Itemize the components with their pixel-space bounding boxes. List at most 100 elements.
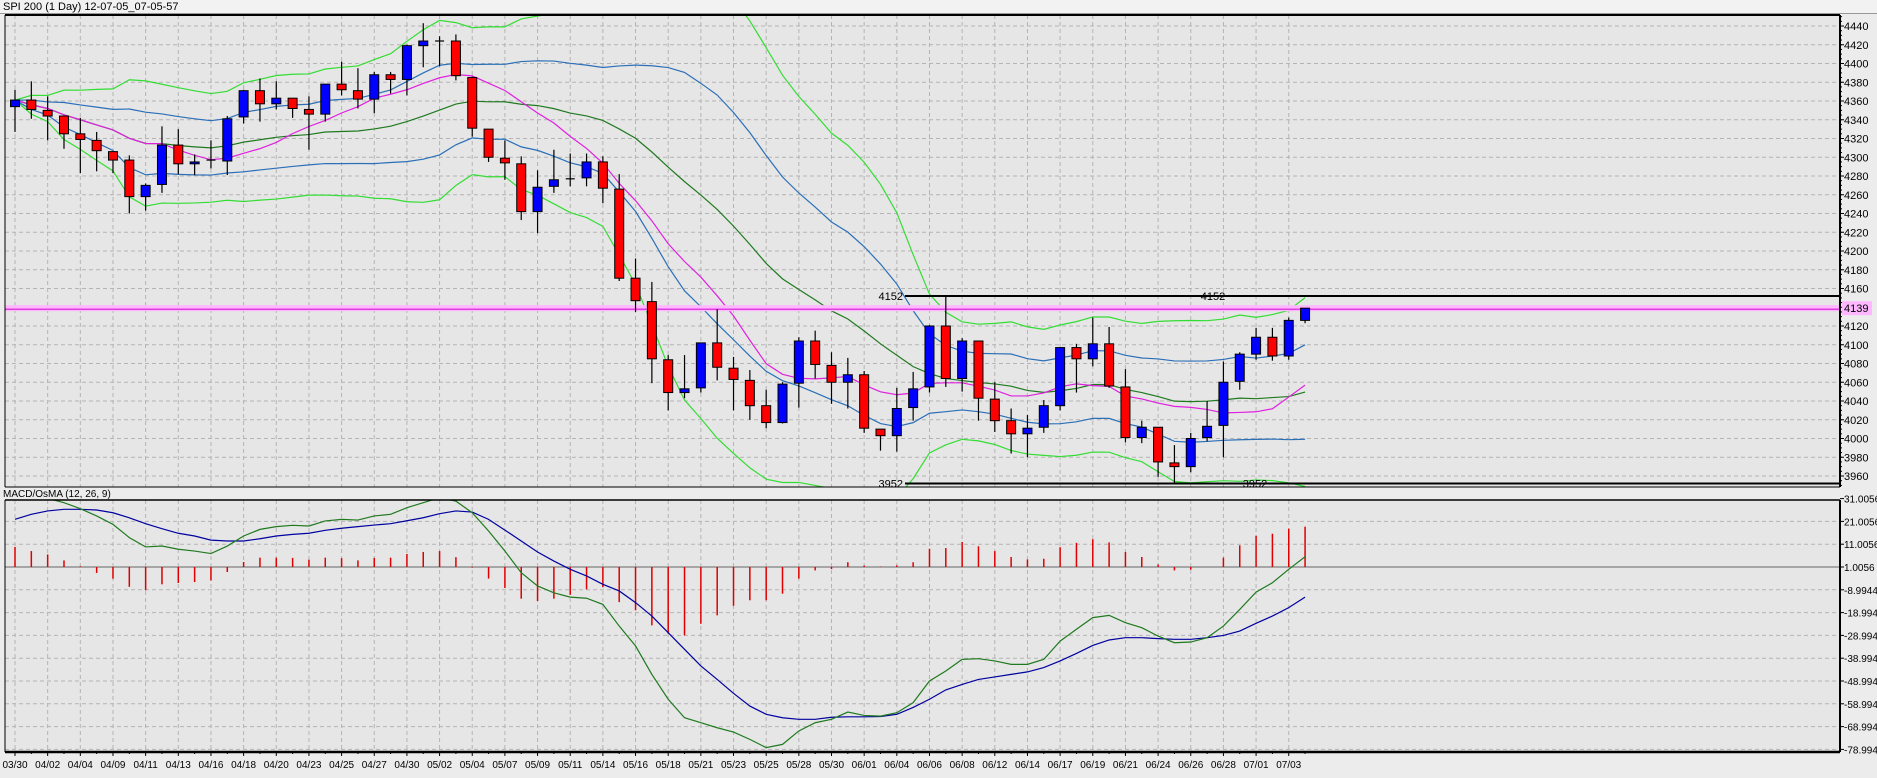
candle-body	[581, 161, 592, 179]
candle-body	[238, 90, 249, 118]
macd-axis-label: -68.994	[1844, 723, 1877, 734]
level-label: 3952	[879, 479, 903, 491]
price-axis-label: 4100	[1844, 340, 1868, 352]
candle-body	[369, 74, 380, 100]
time-axis-label: 06/04	[884, 760, 909, 771]
price-axis-label: 4120	[1844, 321, 1868, 333]
candle	[777, 382, 788, 424]
time-axis-label: 04/27	[362, 760, 387, 771]
candle-body	[728, 367, 739, 380]
candle-body	[303, 108, 314, 115]
time-axis-label: 06/08	[950, 760, 975, 771]
candle-body	[646, 301, 657, 360]
candle-body	[1153, 426, 1164, 463]
candle-body	[630, 277, 641, 302]
candle-body	[287, 97, 298, 109]
price-axis-label: 4340	[1844, 115, 1868, 127]
candle-body	[1055, 347, 1066, 407]
candle-body	[1087, 343, 1098, 360]
candle-body	[989, 398, 1000, 422]
candle-body	[973, 340, 984, 399]
time-axis-label: 04/11	[133, 760, 158, 771]
candle-body	[1300, 307, 1311, 321]
price-axis-label: 4080	[1844, 359, 1868, 371]
candle-body	[1202, 425, 1213, 439]
time-axis-label: 04/25	[329, 760, 354, 771]
time-axis-label: 04/23	[296, 760, 321, 771]
time-axis-label: 05/18	[656, 760, 681, 771]
macd-axis-label: -78.994	[1844, 745, 1877, 756]
price-axis-label: 4280	[1844, 171, 1868, 183]
candle-body	[957, 340, 968, 379]
candle-body	[663, 359, 674, 394]
time-axis-label: 06/26	[1178, 760, 1203, 771]
time-axis-label: 05/09	[525, 760, 550, 771]
candle-body	[516, 163, 527, 213]
candle-body	[1104, 343, 1115, 387]
candle-body	[908, 388, 919, 409]
price-axis-label: 4180	[1844, 265, 1868, 277]
level-label: 3952	[1243, 479, 1267, 491]
price-axis-label: 4320	[1844, 134, 1868, 146]
macd-panel-background	[5, 500, 1840, 752]
macd-axis-label: 21.0056	[1844, 517, 1877, 528]
candle-body	[336, 83, 347, 91]
time-axis-label: 05/25	[754, 760, 779, 771]
price-axis-label: 4300	[1844, 152, 1868, 164]
candle-body	[712, 342, 723, 368]
candle-body	[42, 109, 53, 117]
macd-axis-label: 31.0056	[1844, 495, 1877, 506]
candle	[859, 371, 870, 433]
candle-body	[254, 90, 265, 105]
macd-axis-label: -28.994	[1844, 631, 1877, 642]
price-axis-label: 4260	[1844, 190, 1868, 202]
time-axis-label: 06/19	[1080, 760, 1105, 771]
candle	[483, 128, 494, 162]
time-axis-label: 06/24	[1146, 760, 1171, 771]
price-axis-label: 3980	[1844, 452, 1868, 464]
time-axis-label: 06/28	[1211, 760, 1236, 771]
candle-body	[1283, 319, 1294, 357]
price-axis-label: 4000	[1844, 434, 1868, 446]
candle-body	[107, 151, 118, 161]
time-axis-label: 06/14	[1015, 760, 1040, 771]
time-axis-label: 06/21	[1113, 760, 1138, 771]
time-axis-label: 04/18	[231, 760, 256, 771]
candle-body	[1185, 438, 1196, 468]
candle-body	[499, 157, 510, 164]
candle-body	[1267, 336, 1278, 357]
time-axis-label: 05/11	[558, 760, 583, 771]
price-axis-label: 4440	[1844, 21, 1868, 33]
macd-panel-title: MACD/OsMA (12, 26, 9)	[3, 489, 111, 500]
candle-body	[761, 405, 772, 424]
macd-axis-label: -18.994	[1844, 609, 1877, 620]
time-axis-label: 04/30	[394, 760, 419, 771]
time-axis-label: 06/17	[1048, 760, 1073, 771]
time-axis-label: 05/23	[721, 760, 746, 771]
price-axis-label: 4060	[1844, 377, 1868, 389]
candle-body	[940, 325, 951, 379]
candle	[467, 76, 478, 137]
macd-axis-label: 1.0056	[1844, 563, 1875, 574]
price-axis-label: 4160	[1844, 284, 1868, 296]
candle-body	[679, 388, 690, 394]
candle-body	[124, 159, 135, 198]
time-axis-label: 07/01	[1244, 760, 1269, 771]
candle	[1185, 432, 1196, 473]
time-axis-label: 05/02	[427, 760, 452, 771]
candle-body	[777, 383, 788, 424]
price-axis-label: 4200	[1844, 246, 1868, 258]
macd-axis-label: -38.994	[1844, 654, 1877, 665]
chart-canvas[interactable]: 4460444044204400438043604340432043004280…	[0, 0, 1877, 778]
price-axis-label: 4220	[1844, 227, 1868, 239]
time-axis-label: 04/13	[166, 760, 191, 771]
macd-axis-label: -48.994	[1844, 677, 1877, 688]
candle-body	[548, 179, 559, 187]
price-axis-label: 4420	[1844, 40, 1868, 52]
candle	[1055, 347, 1066, 411]
candle-body	[1136, 426, 1147, 439]
candle-body	[483, 128, 494, 158]
candle-body	[418, 40, 429, 47]
candle-body	[26, 99, 37, 110]
price-axis-label: 4360	[1844, 96, 1868, 108]
